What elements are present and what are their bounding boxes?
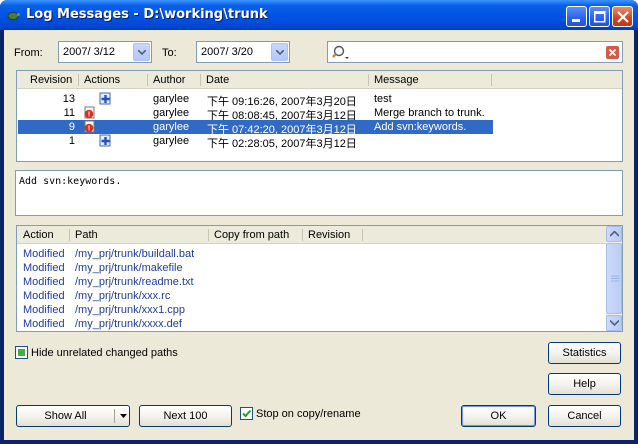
path-action-cell: Modified [23, 262, 65, 274]
path-cell: /my_prj/trunk/makefile [75, 262, 183, 274]
show-all-split-button[interactable]: Show All [16, 405, 130, 427]
show-all-label[interactable]: Show All [17, 406, 114, 426]
svg-text:!: ! [88, 112, 90, 119]
hide-unrelated-checkbox[interactable] [15, 346, 28, 359]
path-action-cell: Modified [23, 276, 65, 288]
dropdown-arrow-icon[interactable] [120, 414, 127, 418]
column-revision[interactable]: Revision [30, 74, 72, 86]
help-button[interactable]: Help [548, 373, 621, 395]
log-row[interactable]: 13 garylee 下午 09:16:26, 2007年3月20日 test [18, 92, 493, 108]
paths-list-header: Action Path Copy from path Revision [17, 226, 606, 244]
column-action[interactable]: Action [23, 229, 54, 241]
column-message[interactable]: Message [374, 74, 419, 86]
maximize-button[interactable] [589, 6, 610, 27]
log-messages-window: Log Messages - D:\working\trunk From: 20… [0, 0, 638, 444]
column-copy-from-path[interactable]: Copy from path [214, 229, 289, 241]
revision-cell: 13 [62, 93, 75, 105]
add-icon [99, 92, 111, 105]
path-cell: /my_prj/trunk/xxx.rc [75, 290, 171, 302]
path-cell: /my_prj/trunk/xxx1.cpp [75, 304, 186, 316]
message-cell: Add svn:keywords. [374, 121, 467, 133]
from-date-value: 2007/ 3/12 [63, 46, 115, 58]
dialog-client-area: From: 2007/ 3/12 To: 2007/ 3/20 Revision… [4, 30, 634, 440]
revision-cell: 9 [68, 121, 75, 133]
search-icon[interactable] [332, 45, 352, 61]
path-cell: /my_prj/trunk/xxxx.def [75, 318, 182, 330]
from-date-picker[interactable]: 2007/ 3/12 [58, 41, 152, 63]
statistics-button[interactable]: Statistics [548, 342, 621, 364]
to-date-value: 2007/ 3/20 [201, 46, 253, 58]
log-list-header: Revision Actions Author Date Message [17, 71, 622, 89]
log-row[interactable]: 11 ! garylee 下午 08:08:45, 2007年3月12日 Mer… [18, 106, 493, 122]
author-cell: garylee [153, 93, 190, 105]
to-date-picker[interactable]: 2007/ 3/20 [196, 41, 290, 63]
stop-on-copy-checkbox[interactable] [240, 407, 253, 420]
modify-icon: ! [84, 106, 95, 119]
window-title: Log Messages - D:\working\trunk [26, 7, 268, 22]
chevron-down-icon[interactable] [271, 43, 288, 61]
log-row[interactable]: 1 garylee 下午 02:28:05, 2007年3月12日 [18, 134, 493, 150]
path-action-cell: Modified [23, 318, 65, 330]
hide-unrelated-label[interactable]: Hide unrelated changed paths [31, 347, 178, 359]
modify-icon: ! [84, 120, 95, 133]
author-cell: garylee [153, 107, 190, 119]
column-author[interactable]: Author [153, 74, 185, 86]
log-row-selected[interactable]: 9 ! garylee 下午 07:42:20, 2007年3月12日 Add … [18, 120, 493, 136]
to-label: To: [162, 47, 177, 59]
message-cell: Merge branch to trunk. [374, 107, 485, 119]
ok-button[interactable]: OK [461, 405, 536, 427]
path-action-cell: Modified [23, 248, 65, 260]
column-revision[interactable]: Revision [308, 229, 350, 241]
next-100-button[interactable]: Next 100 [139, 405, 232, 427]
path-action-cell: Modified [23, 304, 65, 316]
log-message-textbox[interactable]: Add svn:keywords. [15, 170, 623, 216]
cancel-button[interactable]: Cancel [548, 405, 621, 427]
log-message-text: Add svn:keywords. [19, 176, 122, 187]
scroll-up-button[interactable] [606, 226, 622, 242]
column-actions[interactable]: Actions [84, 74, 120, 86]
path-cell: /my_prj/trunk/readme.txt [75, 276, 194, 288]
changed-paths-list[interactable]: Action Path Copy from path Revision Modi… [16, 225, 623, 332]
title-bar[interactable]: Log Messages - D:\working\trunk [0, 0, 638, 30]
tortoise-app-icon [7, 12, 20, 20]
author-cell: garylee [153, 135, 190, 147]
stop-on-copy-label[interactable]: Stop on copy/rename [256, 408, 361, 420]
log-list[interactable]: Revision Actions Author Date Message 13 … [16, 70, 623, 162]
checkmark-icon [242, 409, 252, 418]
add-icon [99, 134, 111, 147]
path-action-cell: Modified [23, 290, 65, 302]
from-label: From: [14, 47, 43, 59]
revision-cell: 11 [63, 107, 75, 119]
scroll-down-button[interactable] [606, 315, 622, 331]
clear-search-icon[interactable] [606, 46, 619, 59]
vertical-scrollbar[interactable] [606, 226, 622, 331]
column-date[interactable]: Date [206, 74, 229, 86]
scrollbar-thumb[interactable] [606, 243, 622, 314]
author-cell: garylee [153, 121, 190, 133]
column-path[interactable]: Path [75, 229, 98, 241]
minimize-button[interactable] [566, 6, 587, 27]
date-cell: 下午 02:28:05, 2007年3月12日 [207, 138, 357, 150]
message-cell: test [374, 93, 392, 105]
close-button[interactable] [612, 6, 633, 27]
path-cell: /my_prj/trunk/buildall.bat [75, 248, 195, 260]
svg-text:!: ! [88, 126, 90, 133]
search-field[interactable] [327, 41, 623, 63]
chevron-down-icon[interactable] [133, 43, 150, 61]
revision-cell: 1 [68, 135, 75, 147]
